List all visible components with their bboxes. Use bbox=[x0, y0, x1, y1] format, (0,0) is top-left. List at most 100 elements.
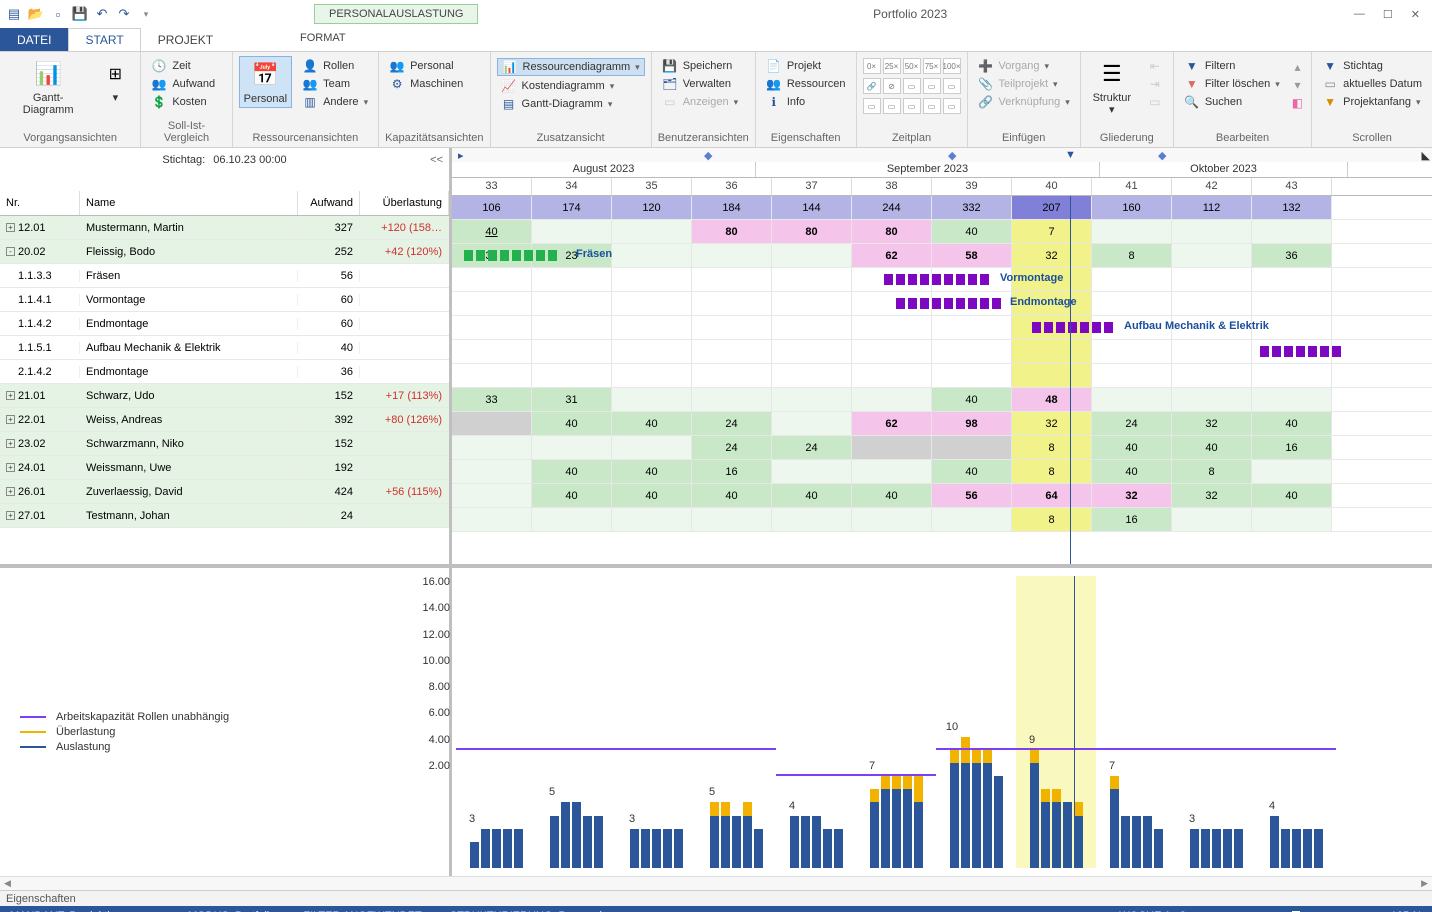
ressourcendiagramm-button[interactable]: 📊Ressourcendiagramm bbox=[497, 58, 645, 76]
tab-datei[interactable]: DATEI bbox=[0, 28, 68, 51]
personal-big-button[interactable]: 📅Personal bbox=[239, 56, 292, 108]
unlink-icon[interactable]: ⊘ bbox=[883, 78, 901, 94]
gantt-split-button[interactable]: ⊞▾ bbox=[96, 56, 134, 106]
timeline-row[interactable]: 33314048 bbox=[452, 388, 1432, 412]
anzeigen-button[interactable]: ▭Anzeigen bbox=[658, 94, 742, 110]
table-row[interactable]: +26.01Zuverlaessig, David424+56 (115%) bbox=[0, 480, 449, 504]
title-bar: ▤ 📂 ▫ 💾 ↶ ↷ ▾ PERSONALAUSLASTUNG Portfol… bbox=[0, 0, 1432, 28]
close-button[interactable]: ✕ bbox=[1411, 8, 1420, 21]
filter-loeschen-button[interactable]: ▼Filter löschen bbox=[1180, 76, 1284, 92]
table-row[interactable]: 1.1.5.1Aufbau Mechanik & Elektrik40 bbox=[0, 336, 449, 360]
link-icon[interactable]: 🔗 bbox=[863, 78, 881, 94]
maximize-button[interactable]: ☐ bbox=[1383, 8, 1393, 21]
open-icon[interactable]: 📂 bbox=[28, 6, 44, 22]
timeline-row[interactable]: 40404040405664323240 bbox=[452, 484, 1432, 508]
table-row[interactable]: 1.1.4.2Endmontage60 bbox=[0, 312, 449, 336]
table-row[interactable]: -20.02Fleissig, Bodo252+42 (120%) bbox=[0, 240, 449, 264]
ribbon-tabs: DATEI START PROJEKT FORMAT bbox=[0, 28, 1432, 52]
verwalten-button[interactable]: 🗂Verwalten bbox=[658, 76, 742, 92]
timeline-row[interactable]: 816 bbox=[452, 508, 1432, 532]
suchen-button[interactable]: 🔍Suchen bbox=[1180, 94, 1284, 110]
save-icon[interactable]: 💾 bbox=[72, 6, 88, 22]
vorgang-button[interactable]: ➕Vorgang bbox=[974, 58, 1074, 74]
chart-today-line bbox=[1074, 576, 1075, 868]
tb-75[interactable]: 75× bbox=[923, 58, 941, 74]
filtern-button[interactable]: ▼Filtern bbox=[1180, 58, 1284, 74]
eig-projekt-button[interactable]: 📄Projekt bbox=[762, 58, 850, 74]
rollen-button[interactable]: 👤Rollen bbox=[298, 58, 372, 74]
gantt-diagramm-button[interactable]: 📊Gantt-Diagramm bbox=[6, 56, 90, 118]
kostendiagramm-button: 📈Kostendiagramm bbox=[497, 78, 645, 94]
scroll-datum-button[interactable]: ▭aktuelles Datum bbox=[1318, 76, 1426, 92]
tb-0[interactable]: 0× bbox=[863, 58, 881, 74]
timeline-row[interactable]: 404024629832243240 bbox=[452, 412, 1432, 436]
window-title: Portfolio 2023 bbox=[478, 7, 1341, 21]
team-button[interactable]: 👥Team bbox=[298, 76, 372, 92]
kosten-button[interactable]: 💲Kosten bbox=[147, 94, 219, 110]
tab-start[interactable]: START bbox=[68, 28, 140, 51]
chart[interactable]: 353547109734 16.0014.0012.0010.008.006.0… bbox=[452, 568, 1432, 876]
table-row[interactable]: 2.1.4.2Endmontage36 bbox=[0, 360, 449, 384]
aufwand-button[interactable]: 👥Aufwand bbox=[147, 76, 219, 92]
timeline-row[interactable]: 40808080407 bbox=[452, 220, 1432, 244]
table-row[interactable]: +21.01Schwarz, Udo152+17 (113%) bbox=[0, 384, 449, 408]
undo-icon[interactable]: ↶ bbox=[94, 6, 110, 22]
table-row[interactable]: +12.01Mustermann, Martin327+120 (158… bbox=[0, 216, 449, 240]
lower-pane: Arbeitskapazität Rollen unabhängig Überl… bbox=[0, 568, 1432, 876]
status-bar: MANDANT: Produktion⟳ MODUS: Portfolio FI… bbox=[0, 906, 1432, 912]
andere-button[interactable]: ▥Andere bbox=[298, 94, 372, 110]
today-line bbox=[1070, 196, 1071, 564]
new-icon[interactable]: ▫ bbox=[50, 6, 66, 22]
verknuepfung-button[interactable]: 🔗Verknüpfung bbox=[974, 94, 1074, 110]
left-pane: Stichtag: 06.10.23 00:00 << Nr. Name Auf… bbox=[0, 148, 452, 564]
table-row[interactable]: 1.1.4.1Vormontage60 bbox=[0, 288, 449, 312]
zeitplan-row1: 0×25×50×75×100× bbox=[863, 58, 961, 74]
left-header: Nr. Name Aufwand Überlastung bbox=[0, 172, 449, 216]
indent-icon[interactable]: ⇥ bbox=[1143, 76, 1167, 92]
struktur-button[interactable]: ☰Struktur▾ bbox=[1087, 56, 1137, 118]
tab-format[interactable]: FORMAT bbox=[282, 28, 364, 51]
scroll-anfang-button[interactable]: ▼Projektanfang bbox=[1318, 94, 1426, 110]
app-icon: ▤ bbox=[6, 6, 22, 22]
timeline-row[interactable]: 24248404016 bbox=[452, 436, 1432, 460]
timeline-row[interactable]: Endmontage bbox=[452, 292, 1432, 316]
timeline-row[interactable]: 3323625832836Fräsen bbox=[452, 244, 1432, 268]
table-row[interactable]: +23.02Schwarzmann, Niko152 bbox=[0, 432, 449, 456]
info-button[interactable]: ℹInfo bbox=[762, 94, 850, 110]
zeit-button[interactable]: 🕓Zeit bbox=[147, 58, 219, 74]
sum-row: 106174120184144244332207160112132 bbox=[452, 196, 1432, 220]
table-row[interactable]: +27.01Testmann, Johan24 bbox=[0, 504, 449, 528]
scroll-stichtag-button[interactable]: ▼Stichtag bbox=[1318, 58, 1426, 74]
back-button[interactable]: << bbox=[430, 154, 443, 166]
outdent-icon[interactable]: ⇤ bbox=[1143, 58, 1167, 74]
table-row[interactable]: +24.01Weissmann, Uwe192 bbox=[0, 456, 449, 480]
eig-ressourcen-button[interactable]: 👥Ressourcen bbox=[762, 76, 850, 92]
table-row[interactable]: 1.1.3.3Fräsen56 bbox=[0, 264, 449, 288]
timeline-row[interactable] bbox=[452, 364, 1432, 388]
timeline-row[interactable]: 404016408408 bbox=[452, 460, 1432, 484]
speichern-button[interactable]: 💾Speichern bbox=[658, 58, 742, 74]
hscroll[interactable]: ◀▶ bbox=[0, 876, 1432, 890]
minimize-button[interactable]: — bbox=[1354, 8, 1365, 21]
maschinen-button[interactable]: ⚙Maschinen bbox=[385, 76, 467, 92]
timeline-row[interactable] bbox=[452, 340, 1432, 364]
teilprojekt-button[interactable]: 📎Teilprojekt bbox=[974, 76, 1074, 92]
tb-100[interactable]: 100× bbox=[943, 58, 961, 74]
content: Stichtag: 06.10.23 00:00 << Nr. Name Auf… bbox=[0, 148, 1432, 876]
qat-more-icon[interactable]: ▾ bbox=[138, 6, 154, 22]
kap-personal-button[interactable]: 👥Personal bbox=[385, 58, 467, 74]
footer: Eigenschaften bbox=[0, 890, 1432, 906]
tb-50[interactable]: 50× bbox=[903, 58, 921, 74]
tb-25[interactable]: 25× bbox=[883, 58, 901, 74]
timeline-body[interactable]: 1061741201841442443322071601121324080808… bbox=[452, 196, 1432, 564]
timeline-markers: ▸ ◆ ◆ ▼ ◆ ◣ bbox=[452, 148, 1432, 162]
timeline-row[interactable]: Vormontage bbox=[452, 268, 1432, 292]
zusatz-gantt-button[interactable]: ▤Gantt-Diagramm bbox=[497, 96, 645, 112]
context-tab[interactable]: PERSONALAUSLASTUNG bbox=[314, 4, 478, 24]
quick-access-toolbar: ▤ 📂 ▫ 💾 ↶ ↷ ▾ bbox=[0, 6, 160, 22]
tab-projekt[interactable]: PROJEKT bbox=[141, 28, 230, 51]
table-row[interactable]: +22.01Weiss, Andreas392+80 (126%) bbox=[0, 408, 449, 432]
timeline-row[interactable]: Aufbau Mechanik & Elektrik bbox=[452, 316, 1432, 340]
stichtag-bar: Stichtag: 06.10.23 00:00 << bbox=[0, 148, 449, 172]
redo-icon[interactable]: ↷ bbox=[116, 6, 132, 22]
